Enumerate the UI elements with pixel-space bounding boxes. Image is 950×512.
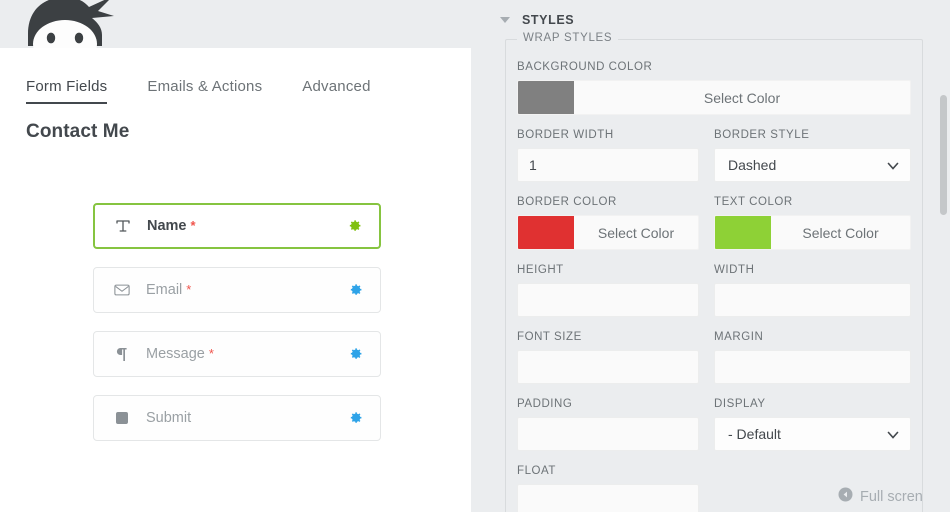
- field-float: FLOAT: [517, 465, 714, 512]
- field-height: HEIGHT: [517, 264, 714, 317]
- width-label: WIDTH: [714, 264, 755, 276]
- field-label: Email *: [146, 282, 191, 298]
- chevron-down-icon: [887, 159, 899, 171]
- styles-section-title: STYLES: [522, 13, 575, 27]
- text-color-swatch[interactable]: [715, 216, 771, 249]
- border-select-color-label: Select Color: [597, 224, 675, 241]
- page-title: Contact Me: [26, 121, 130, 142]
- chevron-down-icon: [500, 17, 510, 23]
- field-label: Submit: [146, 410, 195, 426]
- full-screen-button[interactable]: Full scren: [838, 487, 950, 506]
- chevron-down-icon: [887, 428, 899, 440]
- border-style-select[interactable]: Dashed: [714, 148, 911, 182]
- field-width: WIDTH: [714, 264, 911, 317]
- field-padding: PADDING: [517, 398, 714, 451]
- float-input[interactable]: [517, 484, 699, 512]
- text-select-color-label: Select Color: [802, 224, 879, 241]
- tab-advanced[interactable]: Advanced: [302, 78, 370, 104]
- paragraph-icon: [111, 346, 133, 362]
- font-size-label: FONT SIZE: [517, 331, 582, 343]
- height-label: HEIGHT: [517, 264, 564, 276]
- field-display: DISPLAY - Default: [714, 398, 911, 451]
- display-label: DISPLAY: [714, 398, 766, 410]
- full-screen-label: Full scren: [860, 488, 923, 505]
- border-style-label: BORDER STYLE: [714, 129, 810, 141]
- required-asterisk: *: [190, 218, 196, 233]
- field-background-color: BACKGROUND COLOR Select Color: [517, 61, 911, 115]
- gear-icon[interactable]: [347, 410, 363, 426]
- field-label-text: Submit: [146, 410, 192, 426]
- height-input[interactable]: [517, 283, 699, 317]
- background-color-picker[interactable]: Select Color: [517, 80, 911, 115]
- background-color-swatch[interactable]: [518, 81, 574, 114]
- field-row-email[interactable]: Email *: [93, 267, 381, 313]
- padding-label: PADDING: [517, 398, 573, 410]
- wrap-styles-grid: BACKGROUND COLOR Select Color BORDER WID…: [517, 40, 911, 512]
- field-label-text: Email: [146, 282, 183, 298]
- border-color-picker[interactable]: Select Color: [517, 215, 699, 250]
- float-label: FLOAT: [517, 465, 556, 477]
- field-border-color: BORDER COLOR Select Color: [517, 196, 714, 250]
- field-label-text: Message: [146, 346, 205, 362]
- styles-sidebar: STYLES WRAP STYLES BACKGROUND COLOR Sele…: [471, 0, 950, 512]
- circle-left-arrow-icon: [838, 487, 853, 506]
- text-color-label: TEXT COLOR: [714, 196, 793, 208]
- button-icon: [111, 411, 133, 425]
- field-row-name[interactable]: Name *: [93, 203, 381, 249]
- display-select[interactable]: - Default: [714, 417, 911, 451]
- text-field-icon: [112, 218, 134, 234]
- field-row-message[interactable]: Message *: [93, 331, 381, 377]
- border-color-label: BORDER COLOR: [517, 196, 617, 208]
- field-label-text: Name: [147, 218, 187, 234]
- form-builder-panel: Form Fields Emails & Actions Advanced Co…: [0, 48, 471, 512]
- field-border-width: BORDER WIDTH: [517, 129, 714, 182]
- tab-emails-and-actions[interactable]: Emails & Actions: [147, 78, 262, 104]
- tab-form-fields[interactable]: Form Fields: [26, 78, 108, 104]
- sidebar-scrollbar-thumb[interactable]: [940, 95, 947, 215]
- required-asterisk: *: [186, 282, 192, 297]
- app-header-bar: [0, 0, 471, 68]
- field-label: Message *: [146, 346, 214, 362]
- styles-section-header[interactable]: STYLES: [500, 13, 574, 27]
- wrap-styles-legend: WRAP STYLES: [517, 32, 619, 44]
- field-row-submit[interactable]: Submit: [93, 395, 381, 441]
- background-select-color-label: Select Color: [703, 89, 781, 106]
- padding-input[interactable]: [517, 417, 699, 451]
- envelope-icon: [111, 283, 133, 297]
- field-text-color: TEXT COLOR Select Color: [714, 196, 911, 250]
- width-input[interactable]: [714, 283, 911, 317]
- form-field-list: Name * Email * Message * Submit: [93, 203, 381, 459]
- background-color-label: BACKGROUND COLOR: [517, 61, 653, 73]
- gear-icon[interactable]: [347, 346, 363, 362]
- field-margin: MARGIN: [714, 331, 911, 384]
- gear-icon[interactable]: [347, 282, 363, 298]
- gear-icon[interactable]: [346, 218, 362, 234]
- font-size-input[interactable]: [517, 350, 699, 384]
- border-color-swatch[interactable]: [518, 216, 574, 249]
- border-width-input[interactable]: [517, 148, 699, 182]
- margin-label: MARGIN: [714, 331, 764, 343]
- field-border-style: BORDER STYLE Dashed: [714, 129, 911, 182]
- field-font-size: FONT SIZE: [517, 331, 714, 384]
- sidebar-scrollbar-track[interactable]: [939, 0, 947, 512]
- field-label: Name *: [147, 218, 196, 234]
- builder-tabs: Form Fields Emails & Actions Advanced: [26, 78, 411, 104]
- wrap-styles-fieldset: WRAP STYLES BACKGROUND COLOR Select Colo…: [505, 32, 923, 512]
- required-asterisk: *: [208, 346, 214, 361]
- border-width-label: BORDER WIDTH: [517, 129, 614, 141]
- text-color-picker[interactable]: Select Color: [714, 215, 911, 250]
- margin-input[interactable]: [714, 350, 911, 384]
